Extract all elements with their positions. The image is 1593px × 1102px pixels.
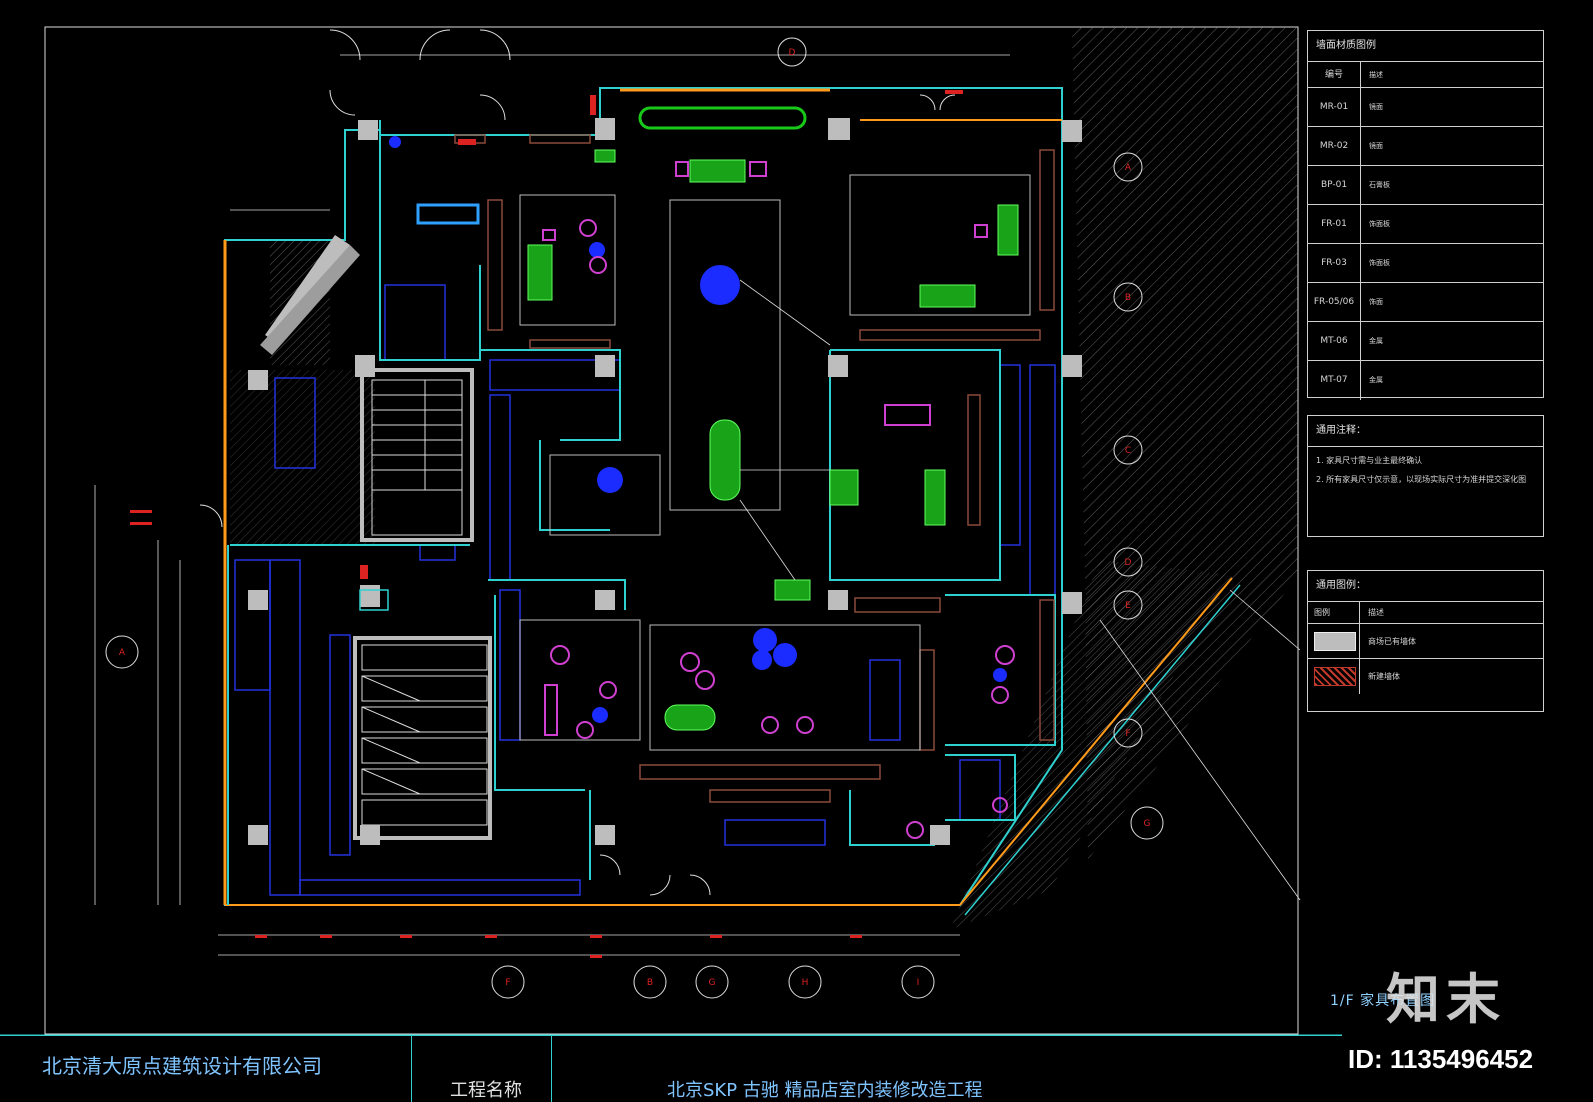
axis-label-b: B: [647, 978, 653, 988]
material-code: MR-02: [1308, 127, 1361, 165]
material-code: MT-07: [1308, 361, 1361, 400]
red-marks: [360, 90, 963, 579]
titleblock-company: 北京清大原点建筑设计有限公司: [0, 1035, 412, 1102]
material-legend: 墙面材质图例 编号 描述 MR-01 镜面 MR-02 镜面 BP-01 石膏板 FR…: [1307, 30, 1544, 400]
symbol-desc: 新建墙体: [1368, 672, 1400, 681]
material-name: 金属: [1369, 376, 1383, 384]
symbol-col-desc: 描述: [1368, 608, 1384, 617]
titleblock-label: 工程名称: [412, 1035, 552, 1102]
symbol-row: 商场已有墙体: [1308, 624, 1543, 659]
symbol-desc: 商场已有墙体: [1368, 637, 1416, 646]
zone-outline-mid: [549, 454, 661, 536]
material-code: MT-06: [1308, 322, 1361, 360]
material-row: BP-01 石膏板: [1308, 166, 1543, 205]
symbol-legend-title: 通用图例：: [1308, 571, 1543, 602]
symbol-legend: 通用图例： 图例 描述 商场已有墙体 新建墙体: [1307, 570, 1544, 712]
material-row: MR-02 镜面: [1308, 127, 1543, 166]
project-label: 工程名称: [450, 1080, 522, 1101]
note-item: 1. 家具尺寸需与业主最终确认: [1316, 456, 1423, 465]
material-row: MT-07 金属: [1308, 361, 1543, 400]
axis-label-right-e: E: [1125, 601, 1131, 611]
axis-label-i: I: [917, 978, 920, 988]
material-name: 镜面: [1369, 103, 1383, 111]
round-tables: [389, 136, 1007, 723]
material-code: MR-01: [1308, 88, 1361, 126]
window-display: [416, 203, 480, 225]
axis-label-top-d: D: [789, 48, 796, 58]
material-row: MT-06 金属: [1308, 322, 1543, 361]
material-col-code: 编号: [1308, 62, 1361, 87]
company-name: 北京清大原点建筑设计有限公司: [42, 1054, 322, 1078]
project-name: 北京SKP 古驰 精品店室内装修改造工程: [667, 1080, 983, 1101]
zone-outline-lower: [519, 619, 641, 741]
note-item: 2. 所有家具尺寸仅示意，以现场实际尺寸为准并提交深化图: [1316, 475, 1527, 484]
existing-wall-swatch: [1314, 632, 1356, 651]
new-wall-swatch: [1314, 667, 1356, 686]
material-legend-header: 编号 描述: [1308, 62, 1543, 88]
axis-label-right-g: G: [1144, 819, 1151, 829]
material-name: 饰面板: [1369, 259, 1390, 267]
watermark-logo: 知末: [1386, 968, 1506, 1031]
axis-label-g: G: [709, 978, 716, 988]
axis-label-left-a: A: [119, 648, 126, 658]
material-code: FR-01: [1308, 205, 1361, 243]
material-name: 金属: [1369, 337, 1383, 345]
material-row: FR-03 饰面板: [1308, 244, 1543, 283]
material-row: FR-05/06 饰面: [1308, 283, 1543, 322]
axis-label-h: H: [802, 978, 809, 988]
material-name: 石膏板: [1369, 181, 1390, 189]
storage-racks: [353, 636, 492, 840]
material-code: FR-03: [1308, 244, 1361, 282]
symbol-legend-header: 图例 描述: [1308, 602, 1543, 624]
axis-label-right-b: B: [1125, 293, 1131, 303]
axis-label-right-f: F: [1125, 729, 1130, 739]
stair-core: [360, 368, 474, 542]
notes-title: 通用注释：: [1308, 416, 1543, 447]
stair-hatch-left: [230, 370, 375, 545]
material-name: 镜面: [1369, 142, 1383, 150]
material-row: MR-01 镜面: [1308, 88, 1543, 127]
axis-label-right-c: C: [1125, 446, 1131, 456]
material-code: BP-01: [1308, 166, 1361, 204]
material-name: 饰面板: [1369, 220, 1390, 228]
symbol-col-sym: 图例: [1308, 602, 1360, 623]
material-legend-title: 墙面材质图例: [1308, 31, 1543, 62]
material-code: FR-05/06: [1308, 283, 1361, 321]
watermark-id: ID: 1135496452: [1348, 1044, 1534, 1074]
axis-label-f: F: [505, 978, 510, 988]
symbol-row: 新建墙体: [1308, 659, 1543, 694]
material-col-name: 描述: [1369, 71, 1383, 79]
axis-label-right-a: A: [1125, 163, 1132, 173]
material-name: 饰面: [1369, 298, 1383, 306]
axis-label-right-d: D: [1125, 558, 1132, 568]
general-notes: 通用注释： 1. 家具尺寸需与业主最终确认 2. 所有家具尺寸仅示意，以现场实际…: [1307, 415, 1544, 537]
material-row: FR-01 饰面板: [1308, 205, 1543, 244]
titleblock-project: 北京SKP 古驰 精品店室内装修改造工程: [552, 1035, 1342, 1102]
